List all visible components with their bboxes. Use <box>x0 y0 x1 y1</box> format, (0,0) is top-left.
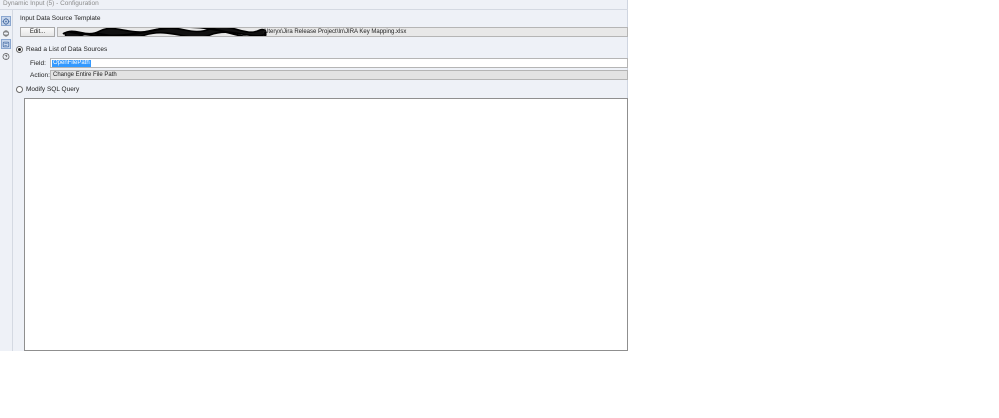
field-select[interactable]: OpenFilePath <box>50 58 628 68</box>
annotation-tab[interactable] <box>1 28 11 38</box>
template-section-label: Input Data Source Template <box>20 15 101 22</box>
tool-rail <box>0 10 13 351</box>
configuration-panel: Dynamic Input (5) - Configuration Input … <box>0 0 628 351</box>
read-list-radio[interactable] <box>16 46 23 53</box>
action-value: Change Entire File Path <box>53 72 117 78</box>
template-path-value: Alteryx\Jira Release Project\In\JIRA Key… <box>263 29 407 35</box>
help-tab[interactable] <box>1 51 11 61</box>
edit-button[interactable]: Edit... <box>20 27 55 37</box>
arrows-icon <box>2 29 10 37</box>
window-title: Dynamic Input (5) - Configuration <box>3 0 99 7</box>
tag-icon <box>2 41 10 47</box>
template-path-field[interactable]: Alteryx\Jira Release Project\In\JIRA Key… <box>57 27 628 37</box>
gear-icon <box>2 17 10 25</box>
read-list-label: Read a List of Data Sources <box>26 46 108 53</box>
title-bar: Dynamic Input (5) - Configuration <box>0 0 628 10</box>
field-value: OpenFilePath <box>52 60 91 67</box>
field-label: Field: <box>30 60 46 67</box>
action-label: Action: <box>30 72 50 79</box>
sql-editor[interactable] <box>24 98 628 351</box>
help-icon <box>2 52 10 60</box>
tag-tab[interactable] <box>1 39 11 49</box>
redaction-scribble <box>62 28 267 36</box>
configuration-tab[interactable] <box>1 16 11 26</box>
action-dropdown[interactable]: Change Entire File Path <box>50 70 628 80</box>
modify-sql-label: Modify SQL Query <box>26 86 80 93</box>
modify-sql-radio[interactable] <box>16 86 23 93</box>
